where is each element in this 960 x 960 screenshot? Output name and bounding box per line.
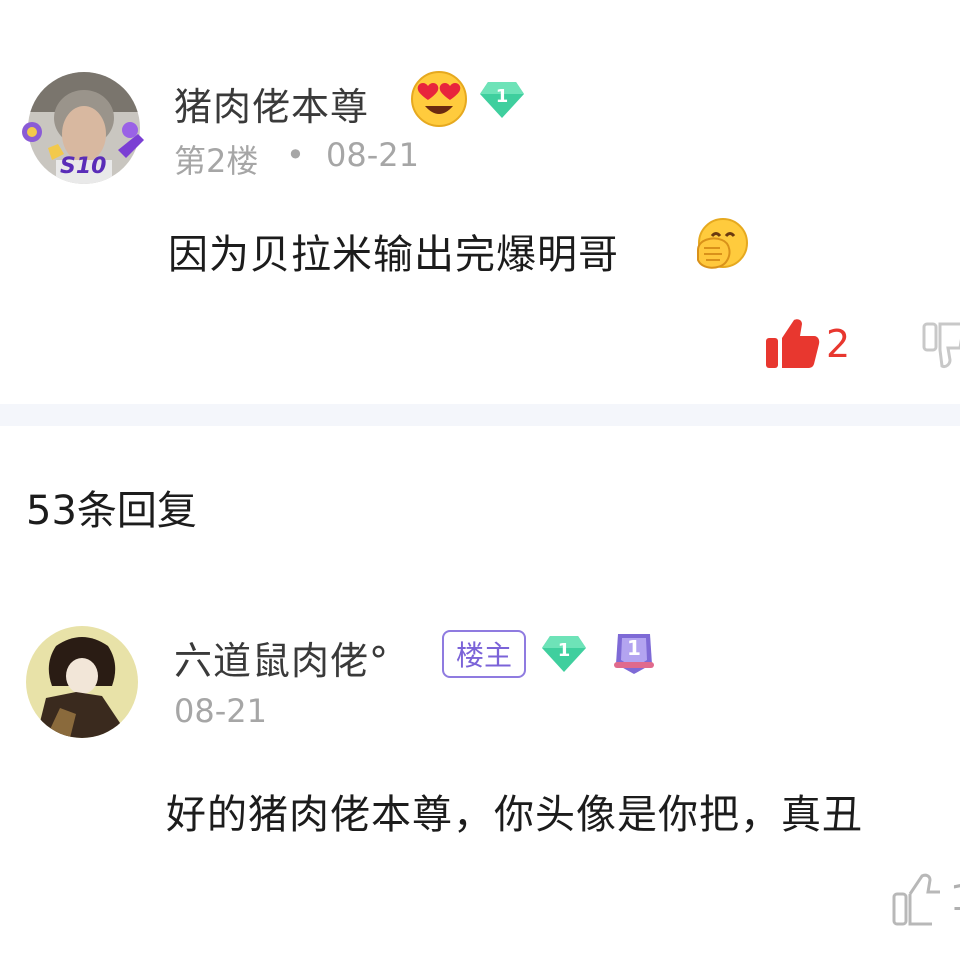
thumbs-up-icon[interactable] <box>762 314 820 372</box>
like-count: 2 <box>826 322 851 366</box>
reply-like-count: 1 <box>950 878 960 919</box>
op-badge: 楼主 <box>442 630 526 678</box>
thumbs-down-icon[interactable] <box>920 318 960 374</box>
meta-separator: • <box>286 136 305 174</box>
floor-number: 第2楼 <box>174 142 259 180</box>
reply-count-label: 53条回复 <box>26 488 197 534</box>
level-gem-number: 1 <box>495 86 509 107</box>
hand-over-mouth-emoji-icon <box>697 218 748 269</box>
reply-level-number: 1 <box>557 640 571 661</box>
commenter-username[interactable]: 猪肉佬本尊 <box>174 76 369 131</box>
thumbs-up-icon[interactable] <box>890 870 946 928</box>
comment-date: 08-21 <box>326 136 419 174</box>
reply-date: 08-21 <box>174 692 267 730</box>
avatar-badge-label: S10 <box>60 154 107 179</box>
comment-content: 因为贝拉米输出完爆明哥 <box>168 232 619 278</box>
reply-content: 好的猪肉佬本尊，你头像是你把，真丑 <box>166 792 863 838</box>
reply-avatar[interactable] <box>26 626 138 738</box>
reply-username[interactable]: 六道鼠肉佬° <box>174 630 389 685</box>
section-divider <box>0 404 960 426</box>
rank-medal-number: 1 <box>627 636 641 660</box>
heart-eyes-emoji-icon <box>411 71 467 127</box>
